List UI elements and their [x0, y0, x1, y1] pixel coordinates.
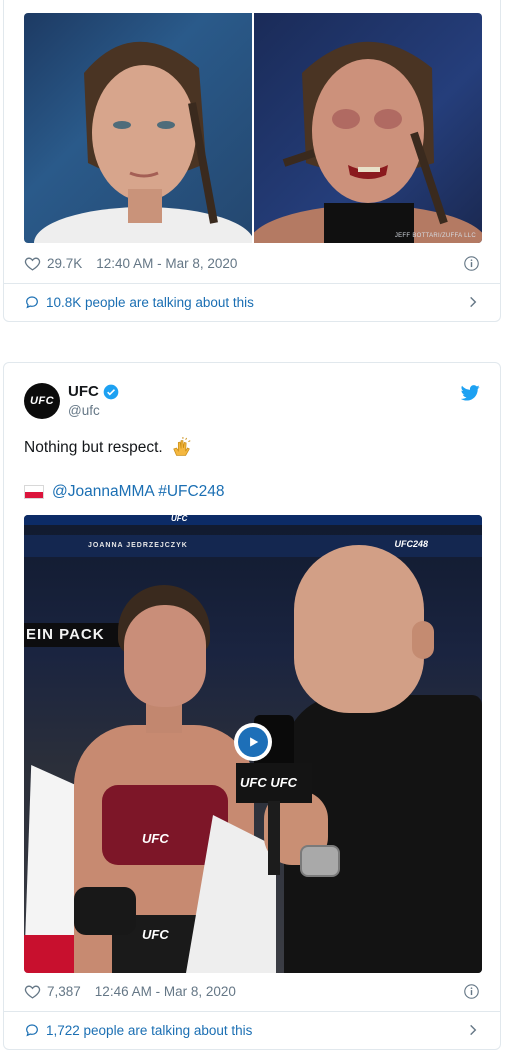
- conversation-link[interactable]: 1,722 people are talking about this: [24, 1022, 480, 1038]
- tweet-text: Nothing but respect.: [24, 437, 193, 459]
- tweet-video[interactable]: UFC JOANNA JEDRZEJCZYK UFC248 EIN PACK U…: [24, 515, 482, 973]
- chevron-right-icon[interactable]: [466, 1023, 480, 1037]
- tweet-card-1: JEFF BOTTARI/ZUFFA LLC 29.7K 12:40 AM - …: [3, 0, 501, 322]
- meta-divider: [4, 1011, 500, 1012]
- tweet-meta: 7,387 12:46 AM - Mar 8, 2020: [24, 983, 480, 1000]
- clapping-hands-icon: [172, 437, 191, 456]
- portrait-before-illustration: [34, 41, 252, 243]
- comment-bubble-icon: [26, 1024, 38, 1037]
- heart-icon[interactable]: [24, 983, 41, 1000]
- conversation-link[interactable]: 10.8K people are talking about this: [24, 294, 480, 310]
- talking-count[interactable]: 10.8K people are talking about this: [46, 295, 254, 310]
- talking-count[interactable]: 1,722 people are talking about this: [46, 1023, 252, 1038]
- chevron-right-icon[interactable]: [466, 295, 480, 309]
- verified-icon: [103, 384, 119, 399]
- poland-flag-icon: [24, 485, 44, 499]
- tweet-mentions-line: @JoannaMMA #UFC248: [24, 483, 225, 501]
- shorts-logo-text: UFC: [142, 927, 169, 942]
- tweet-meta: 29.7K 12:40 AM - Mar 8, 2020: [24, 255, 480, 272]
- info-icon[interactable]: [463, 255, 480, 272]
- mentions-links[interactable]: @JoannaMMA #UFC248: [52, 483, 225, 501]
- tweet-text-content: Nothing but respect.: [24, 439, 163, 456]
- photo-before-fight[interactable]: [24, 13, 252, 243]
- arena-banner-top: UFC: [24, 515, 482, 525]
- comment-bubble-icon: [26, 296, 38, 309]
- tweet-timestamp[interactable]: 12:46 AM - Mar 8, 2020: [95, 984, 236, 999]
- tweet-card-2: UFC UFC @ufc Nothing but respect. @Joann…: [3, 362, 501, 1050]
- author-name[interactable]: UFC: [68, 383, 99, 400]
- play-icon: [250, 737, 259, 747]
- mic-flag-text: UFC UFC: [240, 775, 298, 790]
- fighter-glove: [74, 887, 136, 935]
- banner-top-text: UFC: [171, 515, 188, 523]
- interviewer-figure: [264, 545, 482, 973]
- meta-divider: [4, 283, 500, 284]
- play-button[interactable]: [234, 723, 272, 761]
- avatar[interactable]: UFC: [24, 383, 60, 419]
- tweet-timestamp[interactable]: 12:40 AM - Mar 8, 2020: [96, 256, 237, 271]
- author-handle[interactable]: @ufc: [68, 403, 119, 418]
- heart-icon[interactable]: [24, 255, 41, 272]
- twitter-bird-icon[interactable]: [461, 385, 480, 401]
- photo-credit: JEFF BOTTARI/ZUFFA LLC: [394, 233, 476, 239]
- like-count[interactable]: 29.7K: [47, 256, 82, 271]
- photo-after-fight[interactable]: JEFF BOTTARI/ZUFFA LLC: [254, 13, 482, 243]
- tweet-author[interactable]: UFC @ufc: [68, 383, 119, 418]
- portrait-after-illustration: [254, 41, 482, 243]
- tweet-photos[interactable]: JEFF BOTTARI/ZUFFA LLC: [24, 13, 482, 243]
- lower-third-name: JOANNA JEDRZEJCZYK: [88, 542, 188, 549]
- info-icon[interactable]: [463, 983, 480, 1000]
- like-count[interactable]: 7,387: [47, 984, 81, 999]
- bra-logo-text: UFC: [142, 831, 169, 846]
